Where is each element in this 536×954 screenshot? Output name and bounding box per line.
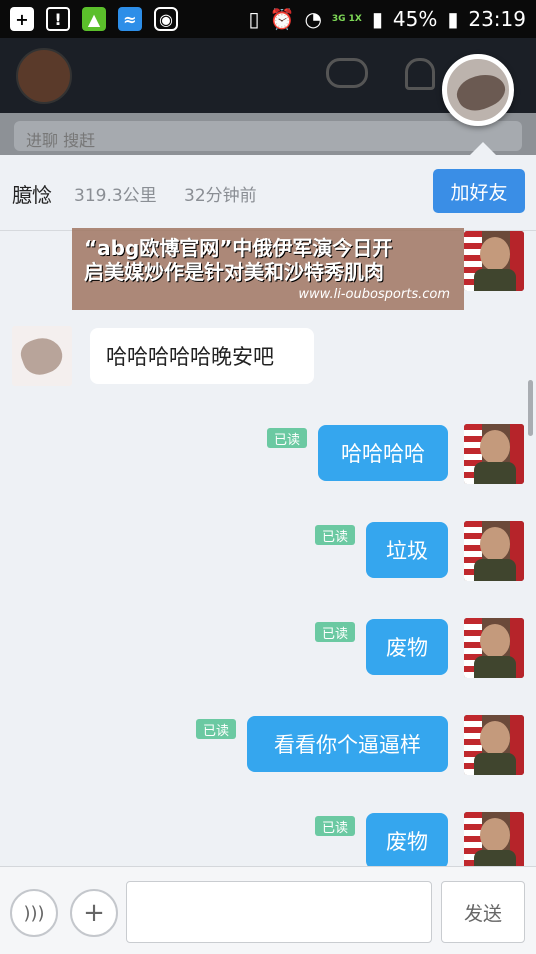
watermark-line-2: 启美媒炒作是针对美和沙特秀肌肉 [84,260,384,284]
message-bubble-incoming[interactable]: 哈哈哈哈哈晚安吧 [90,328,314,384]
contact-avatar-large[interactable] [442,54,514,126]
send-button[interactable]: 发送 [441,881,525,943]
message-bubble-outgoing[interactable]: 垃圾 [366,522,448,578]
my-message-avatar[interactable] [464,231,524,291]
read-receipt: 已读 [196,719,236,739]
read-receipt: 已读 [315,525,355,545]
watermark-banner: “abg欧博官网”中俄伊军演今日开 启美媒炒作是针对美和沙特秀肌肉 www.li… [72,228,464,310]
dimmed-search-strip: 进聊 搜赶 [0,113,536,155]
contact-profile-card: 臆惗 319.3公里 32分钟前 加好友 [0,155,536,231]
popup-caret [470,142,496,155]
my-avatar[interactable] [16,48,72,104]
alarm-icon: ⏰ [269,7,295,31]
contact-name: 臆惗 [12,183,52,207]
app-store-icon: ▲ [82,7,106,31]
message-bubble-outgoing[interactable]: 废物 [366,813,448,869]
my-message-avatar[interactable] [464,812,524,872]
clipboard-warning-icon: ! [46,7,70,31]
read-receipt: 已读 [315,816,355,836]
battery-level: 45% [392,7,438,31]
message-bubble-outgoing[interactable]: 哈哈哈哈 [318,425,448,481]
message-text-input[interactable] [126,881,432,943]
voice-icon[interactable]: ))) [10,889,58,937]
contact-message-avatar[interactable] [12,326,72,386]
add-friend-button[interactable]: 加好友 [433,169,525,213]
network-type: 3G 1X [331,13,362,24]
message-bubble-outgoing[interactable]: 看看你个逼逼样 [247,716,448,772]
app-blue-icon: ≈ [118,7,142,31]
watermark-url: www.li-oubosports.com [298,287,450,302]
vibrate-icon: ▯ [248,7,260,31]
message-bubble-outgoing[interactable]: 废物 [366,619,448,675]
signal-icon: ▮ [371,7,383,31]
read-receipt: 已读 [267,428,307,448]
message-input-bar: ))) + 发送 [0,866,536,954]
watermark-line-1: “abg欧博官网”中俄伊军演今日开 [84,236,393,260]
my-message-avatar[interactable] [464,521,524,581]
read-receipt: 已读 [315,622,355,642]
wifi-icon: ◔ [304,7,322,31]
bell-icon[interactable] [405,58,435,90]
status-bar: + ! ▲ ≈ ◉ ▯ ⏰ ◔ 3G 1X ▮ 45% ▮ 23:19 [0,0,536,38]
chat-scrollbar[interactable] [528,380,533,436]
battery-icon: ▮ [447,7,459,31]
my-message-avatar[interactable] [464,715,524,775]
plus-icon[interactable]: + [70,889,118,937]
contact-last-seen: 32分钟前 [184,186,257,206]
clock: 23:19 [468,7,526,31]
gamepad-icon[interactable] [326,58,368,88]
my-message-avatar[interactable] [464,424,524,484]
app-gray-icon: ◉ [154,7,178,31]
add-notification-icon: + [10,7,34,31]
search-bar: 进聊 搜赶 [14,121,522,151]
my-message-avatar[interactable] [464,618,524,678]
contact-distance: 319.3公里 [74,186,157,206]
